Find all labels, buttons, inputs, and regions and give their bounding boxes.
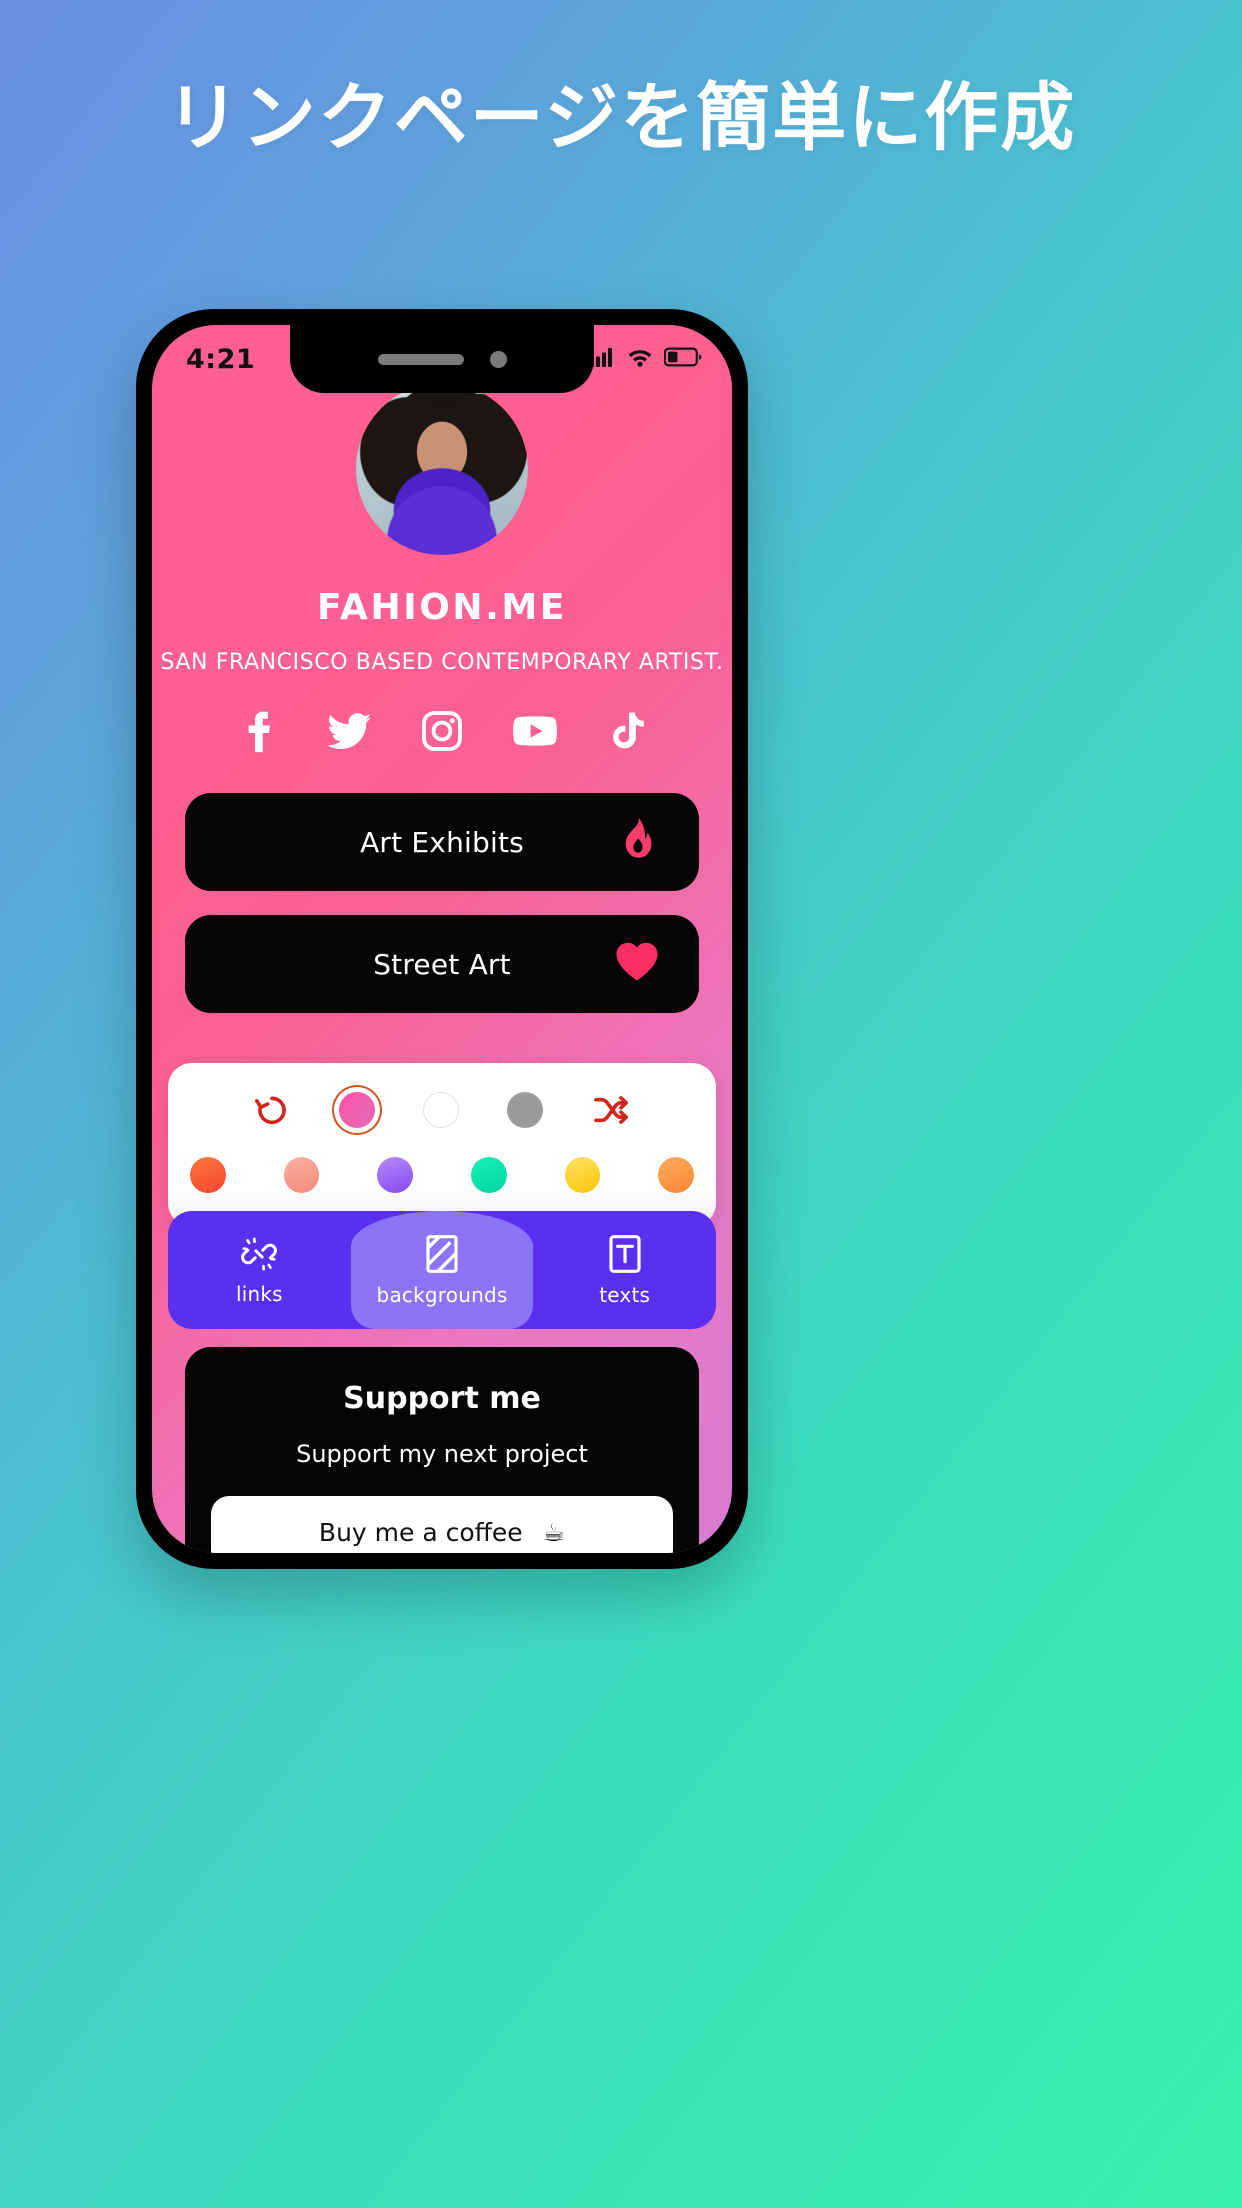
link-label: Street Art <box>373 947 511 981</box>
instagram-icon[interactable] <box>420 709 464 753</box>
profile-bio: SAN FRANCISCO BASED CONTEMPORARY ARTIST. <box>160 650 724 675</box>
social-links <box>152 707 732 755</box>
grey-swatch[interactable] <box>507 1092 543 1128</box>
facebook-icon[interactable] <box>236 709 280 753</box>
link-buttons: Art Exhibits Street Art <box>152 793 732 1037</box>
profile-name: FAHION.ME <box>316 587 568 628</box>
editor-tabbar: links backgrounds texts <box>168 1211 716 1329</box>
phone-notch <box>290 325 594 393</box>
earpiece-speaker-icon <box>377 353 464 365</box>
selected-gradient-swatch[interactable] <box>339 1092 375 1128</box>
tab-texts[interactable]: texts <box>533 1211 716 1329</box>
tab-links[interactable]: links <box>168 1211 351 1329</box>
heart-icon <box>615 941 659 988</box>
undo-icon[interactable] <box>253 1091 291 1129</box>
orange-swatch[interactable] <box>658 1157 695 1193</box>
teal-swatch[interactable] <box>471 1157 507 1193</box>
phone-screen: 4:21 FAHION.ME SAN FRANCISCO BASED CONTE… <box>152 325 732 1553</box>
tab-label: links <box>235 1281 283 1306</box>
tab-label: backgrounds <box>376 1282 508 1307</box>
editor-panel: links backgrounds texts <box>152 1063 732 1329</box>
tiktok-icon[interactable] <box>606 710 648 752</box>
salmon-swatch[interactable] <box>283 1157 320 1193</box>
support-card: Support me Support my next project Buy m… <box>185 1347 699 1553</box>
link-label: Art Exhibits <box>360 825 524 859</box>
yellow-swatch[interactable] <box>564 1157 601 1193</box>
broken-link-icon <box>240 1235 278 1273</box>
support-subtitle: Support my next project <box>296 1440 588 1468</box>
shuffle-icon[interactable] <box>591 1091 631 1129</box>
buy-me-a-coffee-button[interactable]: Buy me a coffee ☕ <box>211 1496 673 1553</box>
text-box-icon <box>608 1234 642 1274</box>
page-title: リンクページを簡単に作成 <box>165 75 1077 161</box>
tab-backgrounds[interactable]: backgrounds <box>350 1211 534 1329</box>
front-camera-icon <box>489 350 507 368</box>
orange-red-swatch[interactable] <box>189 1157 226 1193</box>
coffee-icon: ☕ <box>542 1517 566 1547</box>
color-palette-row <box>168 1157 716 1193</box>
white-swatch[interactable] <box>423 1092 459 1128</box>
avatar <box>356 383 528 555</box>
youtube-icon[interactable] <box>511 707 559 755</box>
purple-swatch[interactable] <box>377 1157 413 1193</box>
link-button-street-art[interactable]: Street Art <box>185 915 699 1013</box>
fire-icon <box>617 817 659 868</box>
editor-tool-row <box>168 1091 716 1129</box>
phone-mockup: 4:21 FAHION.ME SAN FRANCISCO BASED CONTE… <box>136 309 748 1569</box>
status-icons <box>590 347 702 372</box>
wifi-icon <box>627 347 653 372</box>
buy-coffee-label: Buy me a coffee <box>318 1517 523 1547</box>
link-button-art-exhibits[interactable]: Art Exhibits <box>185 793 699 891</box>
support-title: Support me <box>343 1381 541 1416</box>
twitter-icon[interactable] <box>327 708 373 754</box>
battery-low-icon <box>663 347 702 372</box>
status-time: 4:21 <box>186 343 256 375</box>
tab-label: texts <box>599 1282 651 1307</box>
background-picker-card <box>168 1063 716 1227</box>
diagonal-stripes-icon <box>425 1234 459 1274</box>
